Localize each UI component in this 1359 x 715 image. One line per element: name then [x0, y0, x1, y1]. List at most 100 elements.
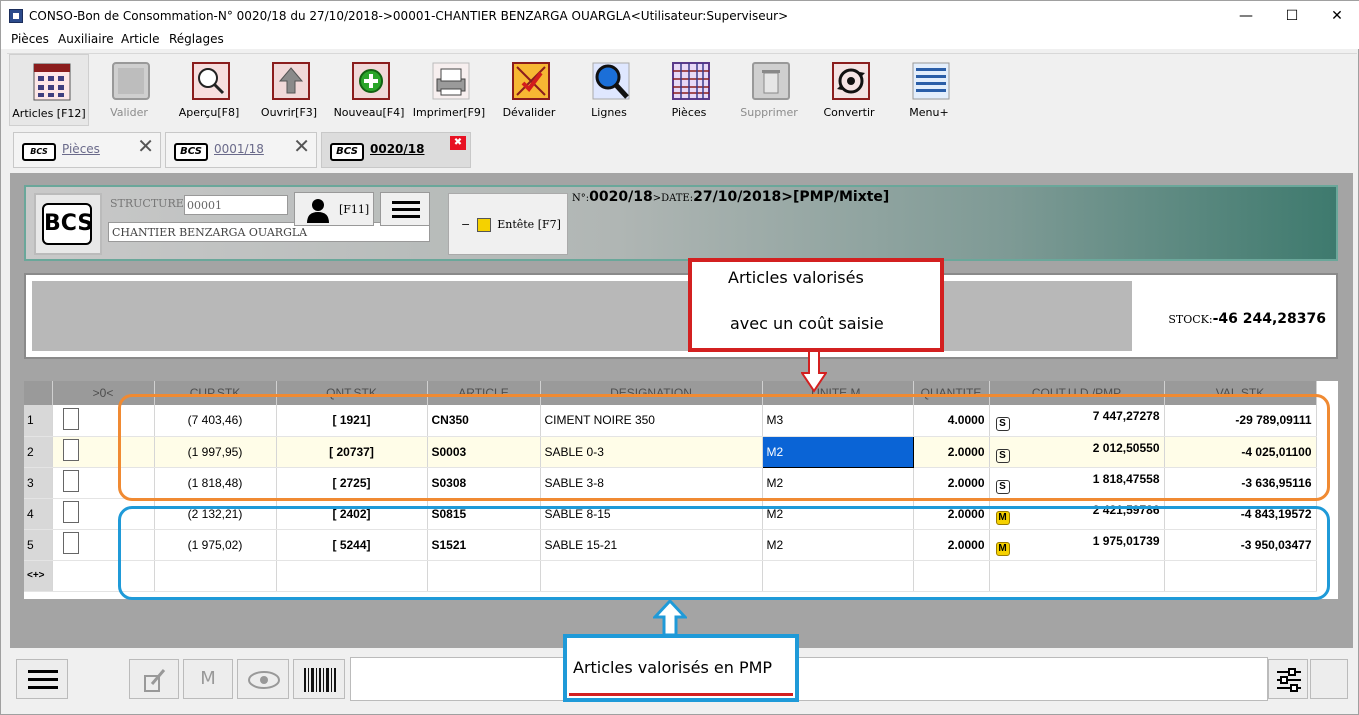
minimize-button[interactable]: — — [1223, 1, 1269, 31]
row-number: 1 — [24, 405, 53, 437]
doc-date-label: >DATE: — [652, 193, 694, 204]
extra-button[interactable] — [1310, 659, 1348, 699]
pieces-tab-icon: BCS — [22, 143, 56, 161]
stock-panel: STOCK:-46 244,28376 — [24, 273, 1338, 359]
edit-pencil-icon — [144, 669, 166, 692]
pmp-highlight — [118, 506, 1330, 600]
tab-pieces[interactable]: BCS Pièces ✕ — [13, 132, 161, 168]
tab-0001-18[interactable]: BCS 0001/18 ✕ — [165, 132, 317, 168]
bcs-logo-text: BCS — [42, 203, 93, 245]
manual-cost-highlight — [118, 394, 1330, 501]
tab-0001-18-close-icon[interactable]: ✕ — [293, 134, 310, 158]
callout-line-2: avec un coût saisie — [730, 314, 884, 333]
edit-button[interactable] — [129, 659, 179, 699]
bcs-logo: BCS — [34, 193, 102, 255]
toolbar: Articles [F12] Valider Aperçu[F8] Ouvrir… — [7, 53, 1357, 127]
validate-icon — [112, 62, 150, 100]
new-plus-icon — [352, 62, 390, 100]
supprimer-button[interactable]: Supprimer — [729, 54, 809, 126]
barcode-button[interactable] — [293, 659, 345, 699]
lignes-button[interactable]: Lignes — [569, 54, 649, 126]
maximize-button[interactable]: ☐ — [1269, 1, 1315, 31]
entete-pencil-icon — [476, 218, 491, 232]
doc-number: 0020/18 — [589, 189, 653, 205]
bcs-badge: BCS — [330, 143, 364, 161]
f11-label: [F11] — [339, 203, 370, 216]
articles-grid-icon — [33, 63, 71, 101]
row-number: 3 — [24, 467, 53, 499]
lignes-button-label: Lignes — [591, 106, 627, 119]
header-menu-button[interactable] — [380, 192, 430, 226]
imprimer-button[interactable]: Imprimer[F9] — [409, 54, 489, 126]
entete-label: − Entête [F7] — [461, 218, 561, 232]
devalidate-icon — [512, 62, 550, 100]
apercu-button[interactable]: Aperçu[F8] — [169, 54, 249, 126]
tab-0020-18[interactable]: BCS 0020/18 ✖ — [321, 132, 471, 168]
bottom-input-area[interactable] — [350, 657, 1268, 701]
menu-auxiliaire[interactable]: Auxiliaire — [58, 32, 114, 46]
user-f11-button[interactable]: [F11] — [294, 192, 374, 226]
menu-reglages[interactable]: Réglages — [169, 32, 224, 46]
doc-date: 27/10/2018 — [693, 189, 782, 205]
ouvrir-button[interactable]: Ouvrir[F3] — [249, 54, 329, 126]
articles-button-label: Articles [F12] — [12, 107, 86, 120]
nouveau-button-label: Nouveau[F4] — [333, 106, 405, 119]
settings-button[interactable] — [1268, 659, 1308, 699]
stock-area — [32, 281, 1132, 351]
imprimer-button-label: Imprimer[F9] — [412, 106, 486, 119]
pmp-callout: Articles valorisés en PMP — [563, 634, 799, 702]
tab-0001-18-label: 0001/18 — [214, 142, 264, 156]
menu-plus-button-label: Menu+ — [909, 106, 949, 119]
pieces-button[interactable]: Pièces — [649, 54, 729, 126]
convertir-button[interactable]: Convertir — [809, 54, 889, 126]
menu-plus-button[interactable]: Menu+ — [889, 54, 969, 126]
close-button[interactable]: ✕ — [1314, 1, 1359, 31]
nouveau-button[interactable]: Nouveau[F4] — [329, 54, 409, 126]
supprimer-button-label: Supprimer — [740, 106, 798, 119]
articles-button[interactable]: Articles [F12] — [9, 54, 89, 126]
printer-icon — [432, 62, 470, 100]
tab-0020-18-label: 0020/18 — [370, 142, 425, 156]
pieces-button-label: Pièces — [671, 106, 707, 119]
up-arrow-icon — [653, 599, 687, 637]
hamburger-icon — [28, 670, 58, 689]
valider-button-label: Valider — [110, 106, 148, 119]
menu-article[interactable]: Article — [121, 32, 160, 46]
trash-icon — [752, 62, 790, 100]
menu-bar: Pièces Auxiliaire Article Réglages — [1, 31, 1359, 49]
tab-pieces-close-icon[interactable]: ✕ — [137, 134, 154, 158]
window-title: CONSO-Bon de Consommation-N° 0020/18 du … — [29, 9, 789, 23]
tab-0020-18-close-icon[interactable]: ✖ — [450, 136, 466, 150]
sliders-icon — [1277, 668, 1301, 692]
pmp-callout-text: Articles valorisés en PMP — [573, 658, 773, 677]
preview-magnifier-icon — [192, 62, 230, 100]
hamburger-icon — [392, 201, 420, 218]
view-button[interactable] — [237, 659, 289, 699]
valider-button[interactable]: Valider — [89, 54, 169, 126]
down-arrow-icon — [801, 351, 827, 393]
convertir-button-label: Convertir — [823, 106, 875, 119]
stock-value: -46 244,28376 — [1212, 311, 1326, 327]
document-info: N°:0020/18>DATE:27/10/2018>[PMP/Mixte] — [572, 189, 889, 205]
entete-text: Entête [F7] — [497, 218, 561, 231]
devalider-button-label: Dévalider — [502, 106, 556, 119]
bottom-menu-button[interactable] — [16, 659, 68, 699]
row-number: 5 — [24, 529, 53, 561]
m-button[interactable]: M — [183, 659, 233, 699]
structure-code-field[interactable]: 00001 — [184, 195, 288, 215]
apercu-button-label: Aperçu[F8] — [178, 106, 240, 119]
title-bar: CONSO-Bon de Consommation-N° 0020/18 du … — [1, 1, 1359, 31]
entete-toggle: − — [461, 218, 471, 231]
structure-label: STRUCTURE — [110, 197, 184, 210]
entete-button[interactable]: − Entête [F7] — [448, 193, 568, 255]
menu-pieces[interactable]: Pièces — [11, 32, 49, 46]
document-header: BCS STRUCTURE 00001 CHANTIER BENZARGA OU… — [24, 185, 1338, 261]
valuation-mode: >[PMP/Mixte] — [781, 189, 890, 205]
eye-icon — [248, 671, 280, 689]
devalider-button[interactable]: Dévalider — [489, 54, 569, 126]
new-row-marker[interactable]: <+> — [24, 560, 53, 592]
app-icon — [9, 9, 23, 23]
col-rownum — [24, 381, 53, 405]
tab-pieces-label: Pièces — [62, 142, 100, 156]
user-icon — [307, 199, 329, 223]
